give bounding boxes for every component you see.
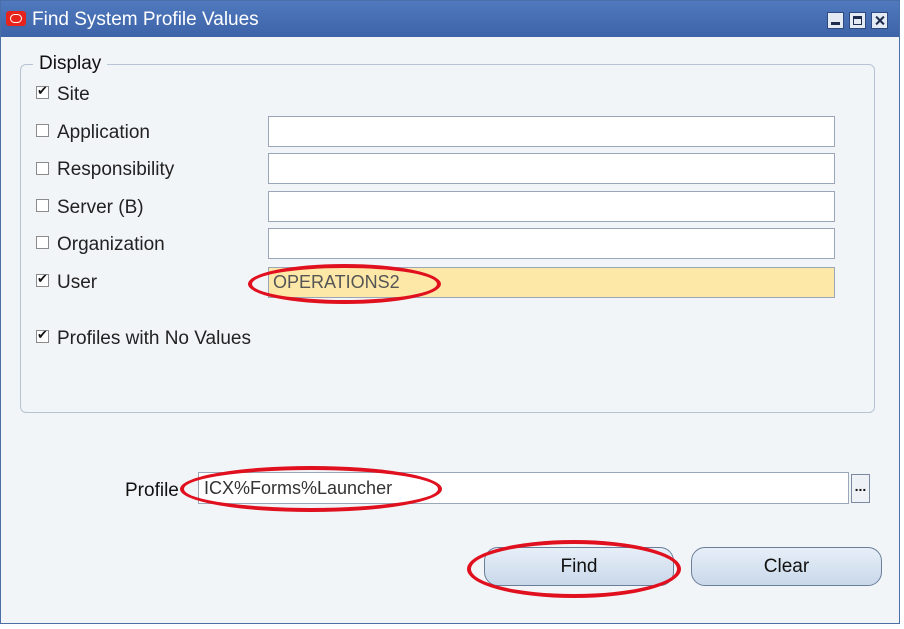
profiles-no-values-label: Profiles with No Values <box>57 328 251 349</box>
user-field[interactable]: OPERATIONS2 <box>268 267 835 298</box>
organization-field[interactable] <box>268 228 835 259</box>
application-checkbox[interactable] <box>36 124 49 137</box>
application-field[interactable] <box>268 116 835 147</box>
oracle-icon <box>6 11 26 26</box>
profile-lov-button[interactable]: ... <box>851 474 870 503</box>
profile-input[interactable]: ICX%Forms%Launcher <box>198 472 849 504</box>
maximize-icon[interactable] <box>849 12 866 29</box>
server-label: Server (B) <box>57 197 144 218</box>
profiles-no-values-checkbox[interactable] <box>36 328 49 343</box>
application-label: Application <box>57 122 150 143</box>
server-field[interactable] <box>268 191 835 222</box>
organization-checkbox[interactable] <box>36 236 49 249</box>
site-label: Site <box>57 84 90 105</box>
window-title: Find System Profile Values <box>32 9 259 30</box>
display-group-legend: Display <box>33 53 108 75</box>
minimize-icon[interactable] <box>827 12 844 29</box>
find-button[interactable]: Find <box>484 547 674 586</box>
clear-button[interactable]: Clear <box>691 547 882 586</box>
responsibility-checkbox[interactable] <box>36 162 49 175</box>
title-bar[interactable]: Find System Profile Values <box>1 1 899 37</box>
responsibility-field[interactable] <box>268 153 835 184</box>
user-checkbox[interactable] <box>36 272 49 287</box>
organization-label: Organization <box>57 234 165 255</box>
responsibility-label: Responsibility <box>57 159 175 180</box>
profile-label: Profile <box>125 480 179 501</box>
site-checkbox[interactable] <box>36 84 49 99</box>
user-label: User <box>57 272 98 293</box>
close-icon[interactable] <box>871 12 888 29</box>
server-checkbox[interactable] <box>36 199 49 212</box>
